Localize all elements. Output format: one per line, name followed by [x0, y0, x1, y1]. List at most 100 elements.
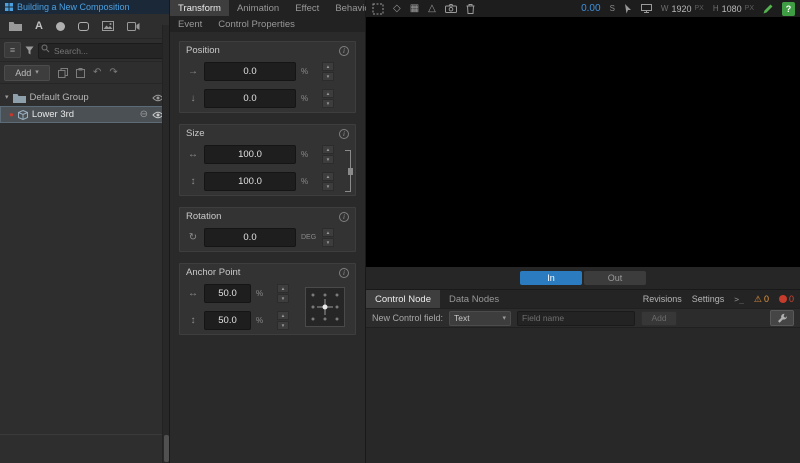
text-tool-icon[interactable]: A — [35, 20, 43, 32]
properties-tabs: Transform Animation Effect Behavior Even… — [170, 0, 373, 32]
spin-up-icon[interactable]: ▲ — [322, 172, 334, 181]
anchor-grid-dot-center[interactable] — [322, 304, 328, 310]
folder-icon — [12, 93, 26, 103]
spin-up-icon[interactable]: ▲ — [277, 284, 289, 293]
preview-canvas[interactable] — [366, 17, 800, 267]
wrench-icon[interactable] — [770, 310, 794, 326]
tab-control-properties[interactable]: Control Properties — [210, 16, 303, 32]
tab-animation[interactable]: Animation — [229, 0, 287, 16]
out-button[interactable]: Out — [584, 271, 646, 285]
warnings-badge[interactable]: ⚠ 0 — [754, 294, 769, 305]
spin-up-icon[interactable]: ▲ — [322, 62, 334, 71]
position-x-input[interactable] — [204, 62, 296, 81]
redo-icon[interactable]: ↷ — [109, 67, 117, 78]
camera-icon[interactable] — [444, 4, 457, 13]
height-dim-value: 1080 — [721, 3, 742, 14]
anchor-grid-dot[interactable] — [335, 305, 339, 309]
field-type-select[interactable]: Text ▾ — [449, 310, 512, 326]
spin-down-icon[interactable]: ▼ — [322, 99, 334, 108]
layers-scrollbar[interactable] — [162, 25, 169, 463]
info-icon[interactable]: i — [339, 211, 349, 222]
tab-effect[interactable]: Effect — [287, 0, 327, 16]
rotation-section: Rotation i ↻ DEG ▲ ▼ — [179, 207, 356, 252]
list-view-icon[interactable]: ≡ — [4, 42, 21, 58]
spin-down-icon[interactable]: ▼ — [322, 238, 334, 247]
transform-tool-icon[interactable]: ◇ — [393, 3, 401, 14]
anchor-grid-dot[interactable] — [311, 317, 315, 321]
x-axis-icon: → — [188, 65, 198, 77]
spin-down-icon[interactable]: ▼ — [322, 72, 334, 81]
unit-label: % — [256, 316, 264, 325]
anchor-y-input[interactable] — [204, 311, 251, 330]
info-icon[interactable]: i — [339, 128, 349, 139]
paste-icon[interactable] — [76, 67, 85, 78]
tab-event[interactable]: Event — [170, 16, 210, 32]
unit-label: DEG — [301, 234, 317, 241]
spin-down-icon[interactable]: ▼ — [322, 182, 334, 191]
spin-down-icon[interactable]: ▼ — [322, 155, 334, 164]
size-width-input[interactable] — [204, 145, 296, 164]
position-y-stepper: ▲ ▼ — [322, 89, 334, 108]
add-button[interactable]: Add ▾ — [4, 64, 50, 81]
field-name-input[interactable] — [517, 310, 636, 326]
tree-row-default-group[interactable]: ▾ Default Group — [0, 89, 169, 106]
monitor-icon[interactable] — [640, 4, 652, 13]
aspect-link-icon[interactable] — [345, 150, 353, 192]
anchor-x-input[interactable] — [204, 284, 251, 303]
search-input[interactable] — [38, 43, 165, 59]
grid-toggle-icon[interactable]: ▦ — [410, 3, 419, 14]
selection-tool-icon[interactable] — [372, 3, 384, 15]
spin-up-icon[interactable]: ▲ — [322, 145, 334, 154]
rotation-row: ↻ DEG ▲ ▼ — [180, 224, 355, 251]
layers-scrollbar-thumb[interactable] — [164, 435, 169, 462]
revisions-link[interactable]: Revisions — [643, 294, 682, 304]
info-icon[interactable]: i — [339, 267, 349, 278]
spin-down-icon[interactable]: ▼ — [277, 321, 289, 330]
trash-icon[interactable] — [466, 3, 475, 14]
node-panel-tabs: Control Node Data Nodes Revisions Settin… — [366, 290, 800, 308]
spin-up-icon[interactable]: ▲ — [322, 89, 334, 98]
anchor-grid-dot[interactable] — [323, 317, 327, 321]
cursor-icon[interactable] — [624, 3, 632, 14]
anchor-grid-dot[interactable] — [311, 305, 315, 309]
remove-circle-icon[interactable]: ⊖ — [140, 109, 148, 120]
terminal-icon[interactable]: >_ — [734, 295, 744, 304]
rotation-input[interactable] — [204, 228, 296, 247]
tree-row-lower-3rd[interactable]: ● Lower 3rd ⊖ — [0, 106, 169, 123]
info-icon[interactable]: i — [339, 45, 349, 56]
tab-transform[interactable]: Transform — [170, 0, 229, 16]
tab-data-nodes[interactable]: Data Nodes — [440, 290, 508, 308]
anchor-position-grid[interactable] — [305, 287, 345, 327]
anchor-grid-dot[interactable] — [311, 293, 315, 297]
settings-link[interactable]: Settings — [692, 294, 725, 304]
video-tool-icon[interactable] — [126, 21, 140, 31]
error-icon — [778, 295, 787, 303]
snap-toggle-icon[interactable]: △ — [428, 3, 436, 14]
in-button[interactable]: In — [520, 271, 582, 285]
help-button[interactable]: ? — [782, 1, 795, 16]
copy-icon[interactable] — [58, 67, 68, 78]
anchor-grid-dot[interactable] — [323, 293, 327, 297]
spin-down-icon[interactable]: ▼ — [277, 294, 289, 303]
composer-app: Building a New Composition A ≡ Add ▾ — [0, 0, 800, 463]
position-y-input[interactable] — [204, 89, 296, 108]
tab-control-node[interactable]: Control Node — [366, 290, 440, 308]
add-field-button[interactable]: Add — [641, 310, 678, 326]
undo-icon[interactable]: ↶ — [93, 67, 101, 78]
image-tool-icon[interactable] — [101, 21, 114, 31]
ellipse-tool-icon[interactable] — [55, 21, 65, 31]
spin-up-icon[interactable]: ▲ — [322, 228, 334, 237]
edit-pencil-icon[interactable] — [763, 4, 773, 14]
rectangle-tool-icon[interactable] — [77, 21, 89, 31]
filter-icon[interactable] — [25, 46, 34, 55]
transport-bar: In Out — [366, 267, 800, 289]
anchor-grid-dot[interactable] — [335, 317, 339, 321]
group-expand-icon[interactable]: ▾ — [5, 94, 9, 101]
anchor-grid-dot[interactable] — [335, 293, 339, 297]
size-height-input[interactable] — [204, 172, 296, 191]
folder-tool-icon[interactable] — [9, 21, 22, 31]
unit-label: % — [256, 289, 264, 298]
spin-up-icon[interactable]: ▲ — [277, 311, 289, 320]
errors-badge[interactable]: 0 — [778, 294, 794, 304]
position-section: Position i → % ▲ ▼ ↓ % — [179, 41, 356, 113]
